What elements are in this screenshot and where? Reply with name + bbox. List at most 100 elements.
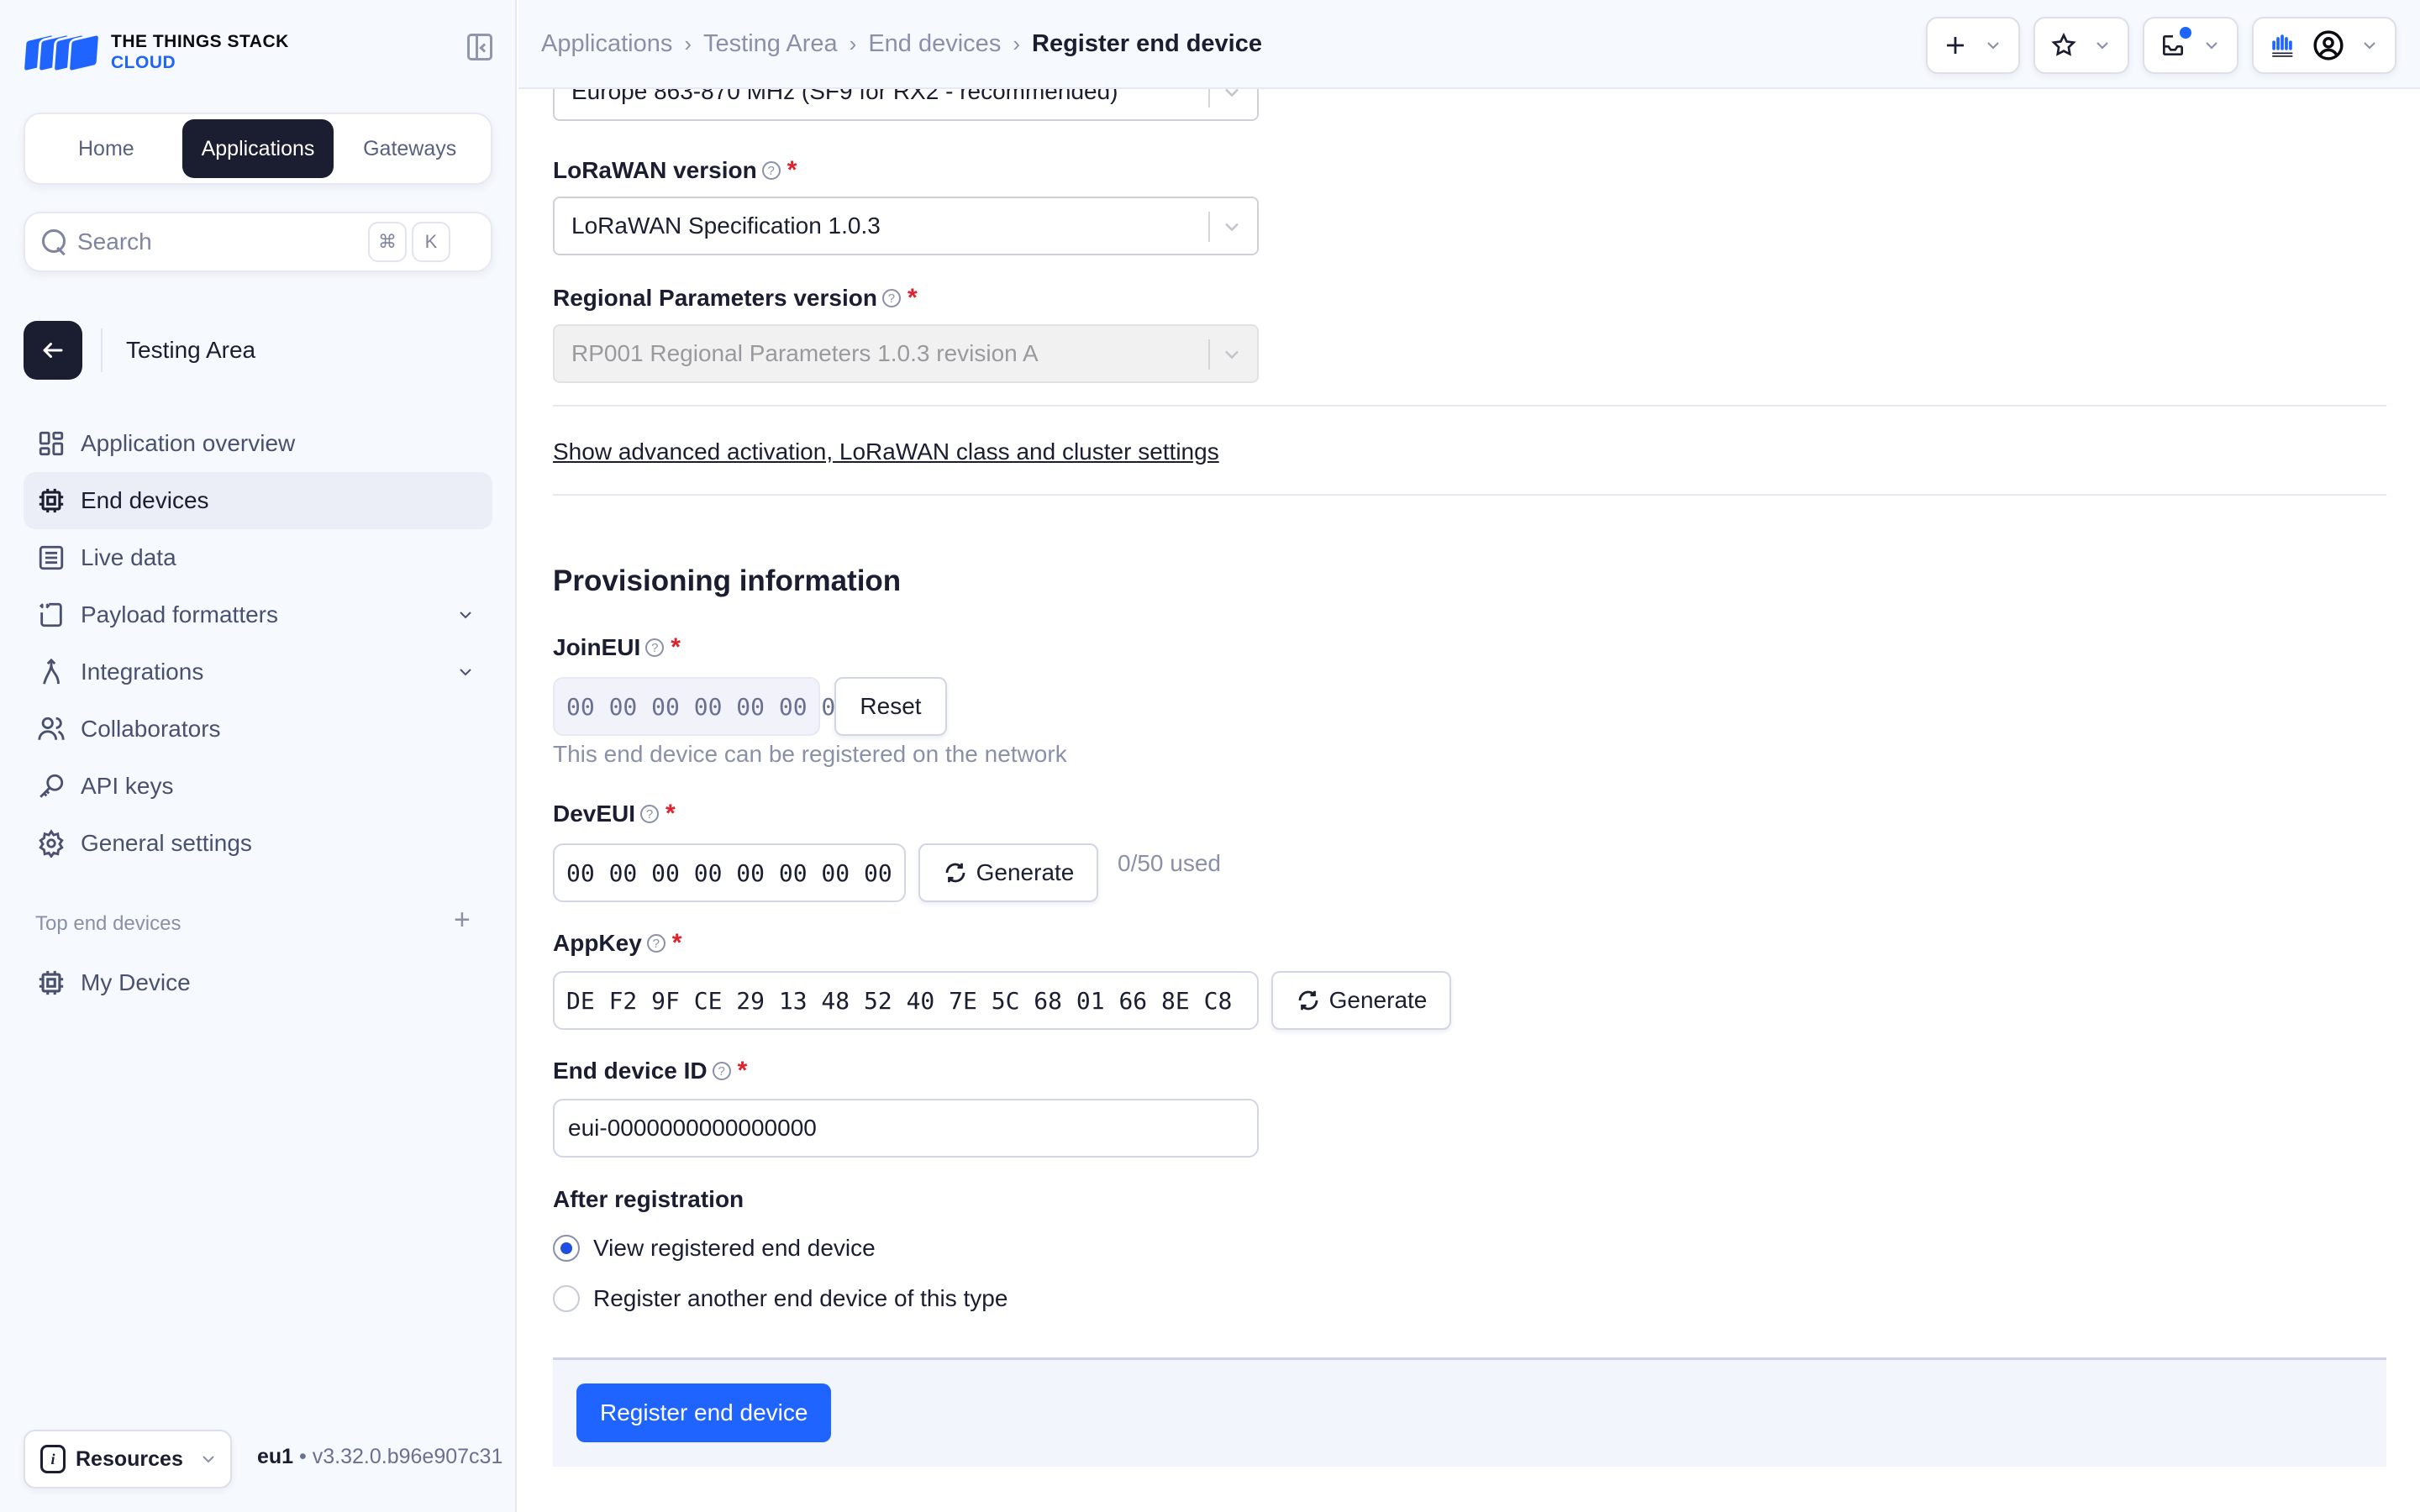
device-id-input[interactable] [553, 1099, 1259, 1158]
regional-params-value: RP001 Regional Parameters 1.0.3 revision… [571, 340, 1039, 366]
join-eui-input[interactable]: 00 00 00 00 00 00 00 00 [553, 677, 892, 736]
chevron-down-icon [2364, 42, 2375, 50]
help-icon[interactable]: ? [646, 934, 666, 953]
dev-eui-label: DevEUI ? * [553, 800, 676, 828]
version-info: eu1 • v3.32.0.b96e907c31 [257, 1445, 502, 1469]
required-mark: * [666, 800, 676, 827]
sidebar-item-label: Application overview [81, 430, 296, 456]
help-icon[interactable]: ? [640, 805, 660, 823]
sidebar-item-my-device[interactable]: My Device [24, 954, 492, 1011]
label-text: JoinEUI [553, 634, 641, 660]
collapse-sidebar-icon[interactable] [467, 34, 492, 60]
app-key-input[interactable]: DE F2 9F CE 29 13 48 52 40 7E 5C 68 01 6… [553, 971, 1259, 1030]
reset-button[interactable]: Reset [834, 677, 947, 736]
info-icon: i [40, 1445, 66, 1473]
sidebar-item-label: Payload formatters [81, 601, 278, 627]
organization-logo-icon [2272, 34, 2293, 57]
breadcrumb-applications[interactable]: Applications [541, 30, 672, 58]
back-button[interactable] [24, 321, 82, 380]
sidebar-nav: Application overview End devices Live da… [24, 415, 492, 872]
chevron-down-icon [2096, 42, 2108, 50]
dev-eui-input[interactable]: 00 00 00 00 00 00 00 00 [553, 843, 906, 902]
app-header: Testing Area [24, 321, 255, 380]
radio-view-registered[interactable]: View registered end device [553, 1235, 876, 1262]
grid-icon [37, 429, 66, 458]
tab-home[interactable]: Home [30, 119, 182, 178]
add-menu-button[interactable] [1926, 17, 2020, 74]
tab-gateways[interactable]: Gateways [334, 119, 486, 178]
help-icon[interactable]: ? [881, 289, 901, 307]
chevron-down-icon[interactable] [455, 662, 476, 682]
chevron-down-icon [1225, 350, 1239, 360]
brand-logo[interactable]: THE THINGS STACK CLOUD [21, 30, 289, 74]
separator-dot: • [299, 1445, 307, 1468]
notifications-button[interactable] [2143, 17, 2238, 74]
help-icon[interactable]: ? [645, 638, 665, 657]
button-label: Generate [976, 859, 1075, 885]
required-mark: * [907, 284, 918, 312]
dev-eui-usage: 0/50 used [1118, 850, 1221, 876]
top-bar: Applications › Testing Area › End device… [518, 0, 2420, 89]
breadcrumb-end-devices[interactable]: End devices [868, 30, 1001, 58]
generate-app-key-button[interactable]: Generate [1271, 971, 1451, 1030]
sidebar-item-application-overview[interactable]: Application overview [24, 415, 492, 472]
plus-icon [1947, 37, 1964, 54]
resources-button[interactable]: i Resources [24, 1430, 232, 1488]
sidebar-item-general-settings[interactable]: General settings [24, 815, 492, 872]
register-end-device-button[interactable]: Register end device [576, 1383, 832, 1442]
user-avatar-icon [2313, 30, 2344, 60]
select-divider [1208, 339, 1210, 370]
chevron-down-icon [2206, 42, 2217, 50]
generate-dev-eui-button[interactable]: Generate [918, 843, 1098, 902]
join-eui-label: JoinEUI ? * [553, 633, 681, 662]
brand-subtitle: CLOUD [111, 53, 176, 72]
after-registration-label: After registration [553, 1186, 744, 1212]
breadcrumb-testing-area[interactable]: Testing Area [703, 30, 838, 58]
sidebar-item-payload-formatters[interactable]: Payload formatters [24, 586, 492, 643]
lorawan-version-select[interactable]: LoRaWAN Specification 1.0.3 [553, 197, 1259, 255]
advanced-settings-link[interactable]: Show advanced activation, LoRaWAN class … [553, 438, 1219, 465]
required-mark: * [737, 1057, 748, 1084]
bookmarks-button[interactable] [2033, 17, 2129, 74]
radio-register-another[interactable]: Register another end device of this type [553, 1285, 1007, 1312]
chip-icon [37, 486, 66, 515]
search-input[interactable] [77, 228, 363, 255]
sidebar-item-end-devices[interactable]: End devices [24, 472, 492, 529]
shortcut-cmd-key: ⌘ [368, 222, 407, 262]
breadcrumb-separator: › [849, 31, 857, 56]
help-icon[interactable]: ? [712, 1062, 731, 1080]
lorawan-version-value: LoRaWAN Specification 1.0.3 [571, 213, 881, 239]
sidebar-item-live-data[interactable]: Live data [24, 529, 492, 586]
merge-icon [37, 658, 66, 686]
radio-button[interactable] [553, 1285, 580, 1312]
sidebar-item-api-keys[interactable]: API keys [24, 758, 492, 815]
label-text: DevEUI [553, 801, 636, 827]
top-tabs: Home Applications Gateways [24, 113, 492, 185]
main-content: Europe 863-870 MHz (SF9 for RX2 - recomm… [518, 62, 2420, 1512]
inbox-icon [2160, 27, 2191, 59]
search-icon [40, 228, 69, 256]
resources-label: Resources [76, 1446, 183, 1471]
tab-applications[interactable]: Applications [182, 119, 334, 178]
regional-params-label: Regional Parameters version ? * [553, 284, 918, 312]
star-icon [2051, 32, 2076, 56]
chevron-down-icon[interactable] [455, 605, 476, 625]
cluster-name: eu1 [257, 1445, 294, 1468]
user-menu-button[interactable] [2252, 17, 2396, 74]
sidebar-item-collaborators[interactable]: Collaborators [24, 701, 492, 758]
add-top-device-button[interactable]: + [454, 906, 471, 934]
radio-button[interactable] [553, 1235, 580, 1262]
help-icon[interactable]: ? [761, 161, 781, 180]
sidebar-item-integrations[interactable]: Integrations [24, 643, 492, 701]
key-icon [37, 772, 66, 801]
radio-label: View registered end device [593, 1235, 876, 1261]
radio-label: Register another end device of this type [593, 1285, 1008, 1311]
version-string: v3.32.0.b96e907c31 [312, 1445, 503, 1468]
sidebar: THE THINGS STACK CLOUD Home Applications… [0, 0, 517, 1512]
refresh-icon [1298, 990, 1318, 1011]
search-box[interactable]: ⌘ K [24, 212, 492, 272]
logo-icon [21, 30, 102, 74]
regional-params-select: RP001 Regional Parameters 1.0.3 revision… [553, 324, 1259, 383]
list-icon [37, 543, 66, 572]
chip-icon [37, 969, 66, 997]
